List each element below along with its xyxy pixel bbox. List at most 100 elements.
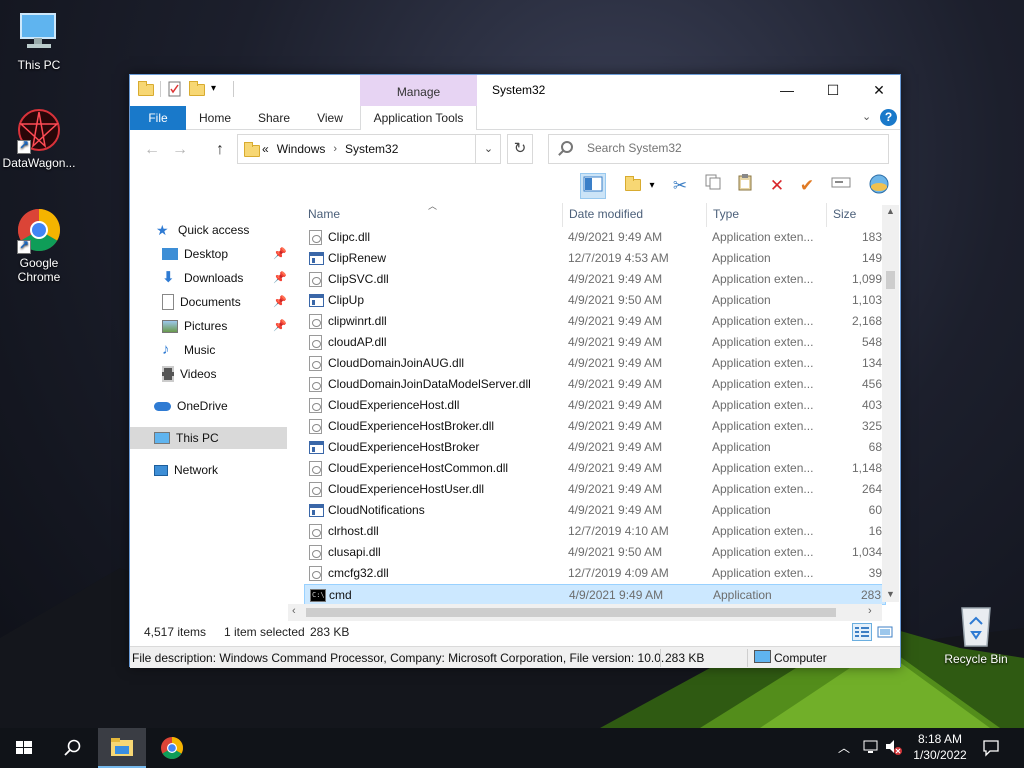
table-row[interactable]: ClipUp 4/9/2021 9:50 AM Application 1,103 [304, 290, 886, 311]
taskbar-file-explorer[interactable] [98, 728, 146, 768]
nav-music[interactable]: ♪ Music [130, 339, 287, 361]
column-type[interactable]: Type [713, 207, 739, 221]
refresh-icon[interactable]: ↻ [507, 134, 533, 164]
forward-arrow-icon[interactable]: → [172, 141, 188, 159]
file-list[interactable]: ︿ Name Date modified Type Size Clipc.dll… [288, 203, 900, 618]
nav-documents[interactable]: Documents 📌 [130, 291, 287, 313]
desktop-icon-datawagon[interactable]: DataWagon... [0, 106, 78, 170]
title-bar[interactable]: ▾ Manage System32 — ☐ ✕ [130, 75, 900, 106]
table-row[interactable]: clusapi.dll 4/9/2021 9:50 AM Application e… [304, 542, 886, 563]
scroll-down-arrow-icon[interactable]: ▼ [886, 589, 895, 599]
nav-videos[interactable]: Videos [130, 363, 287, 385]
table-row[interactable]: CloudExperienceHostBroker.dll 4/9/2021 9:… [304, 416, 886, 437]
help-icon[interactable]: ? [880, 109, 897, 126]
checkmark-icon[interactable]: ✔ [794, 173, 820, 199]
table-row[interactable]: cloudAP.dll 4/9/2021 9:49 AM Application e… [304, 332, 886, 353]
taskbar: ︿ 8:18 AM 1/30/2022 [0, 728, 1024, 768]
column-size[interactable]: Size [833, 207, 856, 221]
nav-quick-access[interactable]: ★ Quick access [130, 219, 287, 241]
table-row[interactable]: cmd 4/9/2021 9:49 AM Application 283 [304, 584, 886, 606]
table-row[interactable]: CloudNotifications 4/9/2021 9:49 AM Applic… [304, 500, 886, 521]
network-status-icon[interactable] [862, 738, 880, 768]
breadcrumb-windows[interactable]: Windows [277, 142, 326, 156]
close-button[interactable]: ✕ [856, 75, 902, 105]
new-folder-dropdown-icon[interactable] [620, 173, 646, 199]
file-explorer-window[interactable]: ▾ Manage System32 — ☐ ✕ File Home Share … [129, 74, 901, 668]
tab-application-tools[interactable]: Application Tools [360, 106, 477, 130]
minimize-button[interactable]: — [764, 75, 810, 105]
details-view-icon[interactable] [852, 623, 872, 641]
pin-icon[interactable]: 📌 [273, 315, 287, 337]
pin-icon[interactable]: 📌 [273, 291, 287, 313]
table-row[interactable]: CloudExperienceHostUser.dll 4/9/2021 9:49… [304, 479, 886, 500]
taskbar-chrome[interactable] [148, 728, 196, 768]
nav-desktop[interactable]: Desktop 📌 [130, 243, 287, 265]
table-row[interactable]: Clipc.dll 4/9/2021 9:49 AM Application ext… [304, 227, 886, 248]
rename-icon[interactable] [828, 173, 854, 199]
table-row[interactable]: clrhost.dll 12/7/2019 4:10 AM Application … [304, 521, 886, 542]
back-arrow-icon[interactable]: ← [144, 141, 160, 159]
notifications-icon[interactable] [982, 739, 1000, 768]
desktop-icon-recycle-bin[interactable]: Recycle Bin [936, 602, 1016, 666]
table-row[interactable]: CloudDomainJoinAUG.dll 4/9/2021 9:49 AM Ap… [304, 353, 886, 374]
scroll-up-arrow-icon[interactable]: ▲ [886, 206, 895, 216]
clock[interactable]: 8:18 AM 1/30/2022 [910, 728, 970, 768]
tab-share[interactable]: Share [248, 106, 300, 130]
table-row[interactable]: CloudDomainJoinDataModelServer.dll 4/9/20… [304, 374, 886, 395]
sphere-icon[interactable] [866, 173, 892, 199]
manage-context-tab[interactable]: Manage [360, 75, 477, 106]
scroll-left-arrow-icon[interactable]: ‹ [292, 605, 296, 617]
nav-onedrive[interactable]: OneDrive [130, 395, 287, 417]
pin-icon[interactable]: 📌 [273, 267, 287, 289]
tab-view[interactable]: View [306, 106, 354, 130]
table-row[interactable]: cmcfg32.dll 12/7/2019 4:09 AM Application … [304, 563, 886, 584]
tab-home[interactable]: Home [190, 106, 240, 130]
table-row[interactable]: CloudExperienceHost.dll 4/9/2021 9:49 AM A… [304, 395, 886, 416]
tab-file[interactable]: File [130, 106, 186, 130]
vertical-scrollbar[interactable]: ▲ ▼ [882, 205, 899, 602]
new-folder-icon[interactable] [189, 81, 205, 97]
copy-icon[interactable] [700, 173, 726, 199]
address-dropdown-icon[interactable]: ⌄ [475, 135, 501, 163]
dll-file-icon [309, 356, 322, 371]
address-bar[interactable]: « Windows › System32 ⌄ [237, 134, 501, 164]
nav-this-pc[interactable]: This PC [130, 427, 287, 449]
horizontal-scrollbar[interactable]: ‹ › [288, 604, 882, 621]
breadcrumb-system32[interactable]: System32 [345, 142, 398, 156]
search-button[interactable] [48, 728, 96, 768]
volume-muted-icon[interactable] [884, 738, 904, 768]
nav-network[interactable]: Network [130, 459, 287, 481]
table-row[interactable]: clipwinrt.dll 4/9/2021 9:49 AM Application… [304, 311, 886, 332]
up-arrow-icon[interactable]: ↑ [216, 141, 224, 159]
preview-pane-icon[interactable] [580, 173, 606, 199]
pin-icon[interactable]: 📌 [273, 243, 287, 265]
nav-pictures[interactable]: Pictures 📌 [130, 315, 287, 337]
search-box[interactable] [548, 134, 889, 164]
cut-icon[interactable]: ✂ [667, 173, 693, 199]
column-date-modified[interactable]: Date modified [569, 207, 643, 221]
scroll-thumb[interactable] [886, 271, 895, 289]
breadcrumb-overflow[interactable]: « [262, 142, 269, 156]
search-input[interactable] [587, 141, 877, 155]
qat-dropdown-icon[interactable]: ▾ [211, 81, 227, 97]
table-row[interactable]: ClipRenew 12/7/2019 4:53 AM Application 149 [304, 248, 886, 269]
large-icons-view-icon[interactable] [875, 623, 895, 641]
table-row[interactable]: ClipSVC.dll 4/9/2021 9:49 AM Application e… [304, 269, 886, 290]
expand-ribbon-icon[interactable]: ⌄ [862, 110, 871, 123]
scroll-right-arrow-icon[interactable]: › [868, 605, 872, 617]
dropdown-icon[interactable]: ▾ [646, 173, 658, 199]
properties-icon[interactable] [167, 81, 183, 97]
start-button[interactable] [0, 728, 48, 768]
column-name[interactable]: Name [308, 207, 340, 221]
desktop-icon-google-chrome[interactable]: Google Chrome [0, 206, 78, 284]
desktop-icon-this-pc[interactable]: This PC [0, 8, 78, 72]
tray-show-hidden-icon[interactable]: ︿ [838, 739, 850, 768]
chevron-right-icon[interactable]: › [333, 143, 337, 155]
hscroll-thumb[interactable] [306, 608, 836, 617]
delete-icon[interactable]: ✕ [764, 173, 790, 199]
table-row[interactable]: CloudExperienceHostBroker 4/9/2021 9:49 A… [304, 437, 886, 458]
table-row[interactable]: CloudExperienceHostCommon.dll 4/9/2021 9:… [304, 458, 886, 479]
maximize-button[interactable]: ☐ [810, 75, 856, 105]
paste-icon[interactable] [732, 173, 758, 199]
nav-downloads[interactable]: ⬇ Downloads 📌 [130, 267, 287, 289]
